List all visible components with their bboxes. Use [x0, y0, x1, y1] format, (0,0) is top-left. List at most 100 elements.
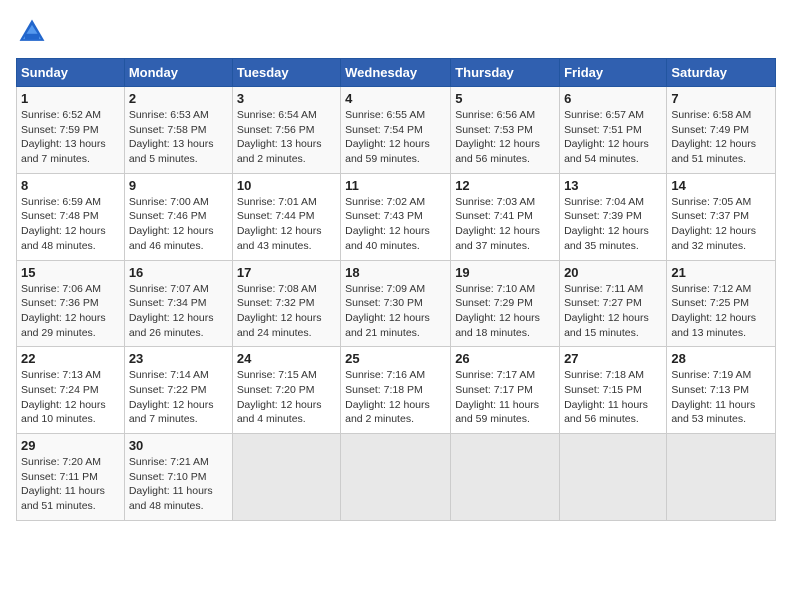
calendar-cell: 20 Sunrise: 7:11 AM Sunset: 7:27 PM Dayli…: [560, 260, 667, 347]
day-number: 3: [237, 91, 336, 106]
day-info: Sunrise: 6:58 AM Sunset: 7:49 PM Dayligh…: [671, 108, 771, 167]
calendar-cell: 27 Sunrise: 7:18 AM Sunset: 7:15 PM Dayli…: [560, 347, 667, 434]
day-number: 4: [345, 91, 446, 106]
calendar-cell: 29 Sunrise: 7:20 AM Sunset: 7:11 PM Dayli…: [17, 434, 125, 521]
day-info: Sunrise: 7:04 AM Sunset: 7:39 PM Dayligh…: [564, 195, 662, 254]
calendar-cell: 21Sunrise: 7:12 AM Sunset: 7:25 PM Dayli…: [667, 260, 776, 347]
calendar-cell: 19 Sunrise: 7:10 AM Sunset: 7:29 PM Dayli…: [451, 260, 560, 347]
day-info: Sunrise: 7:14 AM Sunset: 7:22 PM Dayligh…: [129, 368, 228, 427]
calendar-cell: 14 Sunrise: 7:05 AM Sunset: 7:37 PM Dayli…: [667, 173, 776, 260]
day-number: 6: [564, 91, 662, 106]
day-header-friday: Friday: [560, 59, 667, 87]
day-number: 30: [129, 438, 228, 453]
day-header-sunday: Sunday: [17, 59, 125, 87]
calendar-cell: 7 Sunrise: 6:58 AM Sunset: 7:49 PM Daylig…: [667, 87, 776, 174]
day-headers-row: SundayMondayTuesdayWednesdayThursdayFrid…: [17, 59, 776, 87]
calendar-cell: 2 Sunrise: 6:53 AM Sunset: 7:58 PM Daylig…: [124, 87, 232, 174]
day-info: Sunrise: 7:03 AM Sunset: 7:41 PM Dayligh…: [455, 195, 555, 254]
logo: [16, 16, 52, 48]
day-info: Sunrise: 7:02 AM Sunset: 7:43 PM Dayligh…: [345, 195, 446, 254]
calendar-week-2: 8 Sunrise: 6:59 AM Sunset: 7:48 PM Daylig…: [17, 173, 776, 260]
day-header-saturday: Saturday: [667, 59, 776, 87]
day-info: Sunrise: 7:17 AM Sunset: 7:17 PM Dayligh…: [455, 368, 555, 427]
day-info: Sunrise: 7:19 AM Sunset: 7:13 PM Dayligh…: [671, 368, 771, 427]
day-header-tuesday: Tuesday: [232, 59, 340, 87]
day-info: Sunrise: 7:06 AM Sunset: 7:36 PM Dayligh…: [21, 282, 120, 341]
day-number: 16: [129, 265, 228, 280]
calendar-cell: 23Sunrise: 7:14 AM Sunset: 7:22 PM Dayli…: [124, 347, 232, 434]
calendar-cell: 25 Sunrise: 7:16 AM Sunset: 7:18 PM Dayli…: [341, 347, 451, 434]
calendar-week-4: 22Sunrise: 7:13 AM Sunset: 7:24 PM Dayli…: [17, 347, 776, 434]
day-info: Sunrise: 7:07 AM Sunset: 7:34 PM Dayligh…: [129, 282, 228, 341]
calendar-cell: [560, 434, 667, 521]
calendar-cell: [667, 434, 776, 521]
calendar-cell: 30 Sunrise: 7:21 AM Sunset: 7:10 PM Dayli…: [124, 434, 232, 521]
calendar-cell: 16 Sunrise: 7:07 AM Sunset: 7:34 PM Dayli…: [124, 260, 232, 347]
calendar-cell: 17 Sunrise: 7:08 AM Sunset: 7:32 PM Dayli…: [232, 260, 340, 347]
day-number: 12: [455, 178, 555, 193]
day-number: 10: [237, 178, 336, 193]
day-number: 7: [671, 91, 771, 106]
day-info: Sunrise: 7:11 AM Sunset: 7:27 PM Dayligh…: [564, 282, 662, 341]
day-info: Sunrise: 7:10 AM Sunset: 7:29 PM Dayligh…: [455, 282, 555, 341]
day-number: 8: [21, 178, 120, 193]
day-number: 17: [237, 265, 336, 280]
calendar-week-3: 15 Sunrise: 7:06 AM Sunset: 7:36 PM Dayli…: [17, 260, 776, 347]
calendar-cell: 9 Sunrise: 7:00 AM Sunset: 7:46 PM Daylig…: [124, 173, 232, 260]
calendar-cell: 28Sunrise: 7:19 AM Sunset: 7:13 PM Dayli…: [667, 347, 776, 434]
day-number: 26: [455, 351, 555, 366]
calendar-table: SundayMondayTuesdayWednesdayThursdayFrid…: [16, 58, 776, 521]
day-info: Sunrise: 6:56 AM Sunset: 7:53 PM Dayligh…: [455, 108, 555, 167]
day-info: Sunrise: 7:13 AM Sunset: 7:24 PM Dayligh…: [21, 368, 120, 427]
day-number: 1: [21, 91, 120, 106]
day-info: Sunrise: 6:57 AM Sunset: 7:51 PM Dayligh…: [564, 108, 662, 167]
day-number: 27: [564, 351, 662, 366]
day-info: Sunrise: 6:53 AM Sunset: 7:58 PM Dayligh…: [129, 108, 228, 167]
day-header-monday: Monday: [124, 59, 232, 87]
day-info: Sunrise: 6:59 AM Sunset: 7:48 PM Dayligh…: [21, 195, 120, 254]
calendar-cell: [451, 434, 560, 521]
day-number: 11: [345, 178, 446, 193]
calendar-cell: 26 Sunrise: 7:17 AM Sunset: 7:17 PM Dayli…: [451, 347, 560, 434]
calendar-cell: 1 Sunrise: 6:52 AM Sunset: 7:59 PM Daylig…: [17, 87, 125, 174]
day-info: Sunrise: 6:54 AM Sunset: 7:56 PM Dayligh…: [237, 108, 336, 167]
day-number: 2: [129, 91, 228, 106]
calendar-cell: 24 Sunrise: 7:15 AM Sunset: 7:20 PM Dayli…: [232, 347, 340, 434]
day-number: 25: [345, 351, 446, 366]
day-number: 14: [671, 178, 771, 193]
calendar-cell: [232, 434, 340, 521]
day-info: Sunrise: 7:08 AM Sunset: 7:32 PM Dayligh…: [237, 282, 336, 341]
day-info: Sunrise: 7:01 AM Sunset: 7:44 PM Dayligh…: [237, 195, 336, 254]
calendar-cell: 22Sunrise: 7:13 AM Sunset: 7:24 PM Dayli…: [17, 347, 125, 434]
day-info: Sunrise: 7:21 AM Sunset: 7:10 PM Dayligh…: [129, 455, 228, 514]
day-info: Sunrise: 7:15 AM Sunset: 7:20 PM Dayligh…: [237, 368, 336, 427]
day-number: 9: [129, 178, 228, 193]
day-header-thursday: Thursday: [451, 59, 560, 87]
calendar-cell: [341, 434, 451, 521]
day-number: 15: [21, 265, 120, 280]
day-info: Sunrise: 7:09 AM Sunset: 7:30 PM Dayligh…: [345, 282, 446, 341]
logo-icon: [16, 16, 48, 48]
page-header: [16, 16, 776, 48]
day-info: Sunrise: 6:52 AM Sunset: 7:59 PM Dayligh…: [21, 108, 120, 167]
day-info: Sunrise: 7:05 AM Sunset: 7:37 PM Dayligh…: [671, 195, 771, 254]
day-info: Sunrise: 7:18 AM Sunset: 7:15 PM Dayligh…: [564, 368, 662, 427]
day-number: 5: [455, 91, 555, 106]
day-number: 24: [237, 351, 336, 366]
calendar-cell: 6 Sunrise: 6:57 AM Sunset: 7:51 PM Daylig…: [560, 87, 667, 174]
calendar-week-5: 29 Sunrise: 7:20 AM Sunset: 7:11 PM Dayli…: [17, 434, 776, 521]
day-info: Sunrise: 7:00 AM Sunset: 7:46 PM Dayligh…: [129, 195, 228, 254]
day-number: 18: [345, 265, 446, 280]
calendar-cell: 3 Sunrise: 6:54 AM Sunset: 7:56 PM Daylig…: [232, 87, 340, 174]
day-info: Sunrise: 7:20 AM Sunset: 7:11 PM Dayligh…: [21, 455, 120, 514]
calendar-cell: 5 Sunrise: 6:56 AM Sunset: 7:53 PM Daylig…: [451, 87, 560, 174]
calendar-cell: 11 Sunrise: 7:02 AM Sunset: 7:43 PM Dayli…: [341, 173, 451, 260]
day-info: Sunrise: 7:16 AM Sunset: 7:18 PM Dayligh…: [345, 368, 446, 427]
calendar-cell: 15 Sunrise: 7:06 AM Sunset: 7:36 PM Dayli…: [17, 260, 125, 347]
day-number: 29: [21, 438, 120, 453]
day-number: 19: [455, 265, 555, 280]
calendar-week-1: 1 Sunrise: 6:52 AM Sunset: 7:59 PM Daylig…: [17, 87, 776, 174]
day-info: Sunrise: 6:55 AM Sunset: 7:54 PM Dayligh…: [345, 108, 446, 167]
calendar-cell: 10 Sunrise: 7:01 AM Sunset: 7:44 PM Dayli…: [232, 173, 340, 260]
day-number: 20: [564, 265, 662, 280]
